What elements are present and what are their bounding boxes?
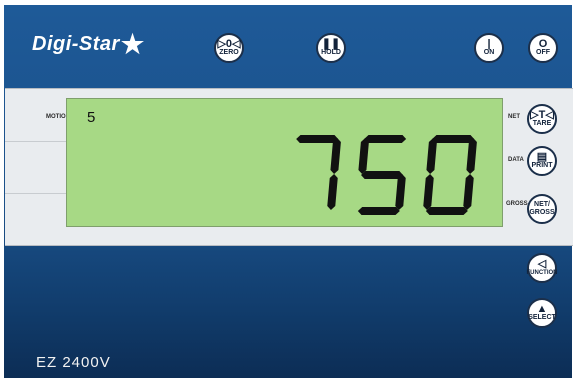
- digit-segment: [426, 138, 437, 174]
- printer-icon: ▤: [536, 151, 548, 163]
- off-label: OFF: [536, 49, 550, 56]
- digit-segment: [466, 138, 477, 174]
- data-indicator: DATA: [508, 157, 524, 163]
- digit-segment: [327, 174, 338, 210]
- digit-segment: [395, 174, 406, 210]
- panel-divider: [5, 141, 75, 142]
- net-indicator: NET: [508, 114, 520, 120]
- left-arrow-icon: ◁: [537, 258, 547, 270]
- print-label: PRINT: [531, 162, 553, 169]
- digit-segment: [361, 171, 403, 179]
- digit-segment: [364, 135, 407, 143]
- net-label: NET/: [534, 201, 550, 208]
- function-label: FUNCTION: [526, 270, 558, 276]
- tare-label: TARE: [532, 120, 552, 127]
- digit-segment: [432, 135, 475, 143]
- power-on-icon: |: [487, 38, 491, 50]
- digit-segment: [357, 207, 400, 215]
- brand-star-icon: ★: [120, 29, 145, 59]
- panel-divider: [5, 193, 75, 194]
- power-off-icon: O: [538, 38, 548, 50]
- weight-readout: [296, 135, 477, 215]
- hold-label: HOLD: [321, 49, 341, 56]
- on-label: ON: [483, 49, 495, 56]
- up-arrow-icon: ▲: [536, 303, 548, 315]
- select-button[interactable]: ▲ SELECT: [527, 298, 557, 328]
- pause-icon: ❚❚: [321, 38, 341, 50]
- gross-indicator: GROSS: [506, 201, 528, 207]
- digit-segment: [425, 207, 468, 215]
- on-button[interactable]: | ON: [474, 33, 504, 63]
- digi-star-logo: Digi-Star★: [32, 26, 145, 59]
- gross-label: GROSS: [529, 209, 555, 216]
- net-gross-button[interactable]: NET/ GROSS: [527, 194, 557, 224]
- digit-segment: [423, 174, 434, 210]
- digit-segment: [330, 138, 341, 174]
- select-label: SELECT: [528, 314, 556, 321]
- digit-segment: [463, 174, 474, 210]
- model-name: EZ 2400V: [36, 354, 111, 371]
- zero-icon: ▷0◁: [217, 38, 241, 50]
- tare-button[interactable]: ▷T◁ TARE: [527, 104, 557, 134]
- digit-segment: [358, 138, 369, 174]
- off-button[interactable]: O OFF: [528, 33, 558, 63]
- hold-button[interactable]: ❚❚ HOLD: [316, 33, 346, 63]
- zero-label: ZERO: [219, 49, 239, 56]
- function-button[interactable]: ◁ FUNCTION: [526, 253, 558, 283]
- brand-name: Digi-Star: [32, 33, 120, 55]
- print-button[interactable]: ▤ PRINT: [527, 146, 557, 176]
- lcd-display: 5: [66, 98, 503, 227]
- tare-icon: ▷T◁: [530, 109, 554, 121]
- digit-segment: [296, 135, 339, 143]
- zero-button[interactable]: ▷0◁ ZERO: [214, 33, 244, 63]
